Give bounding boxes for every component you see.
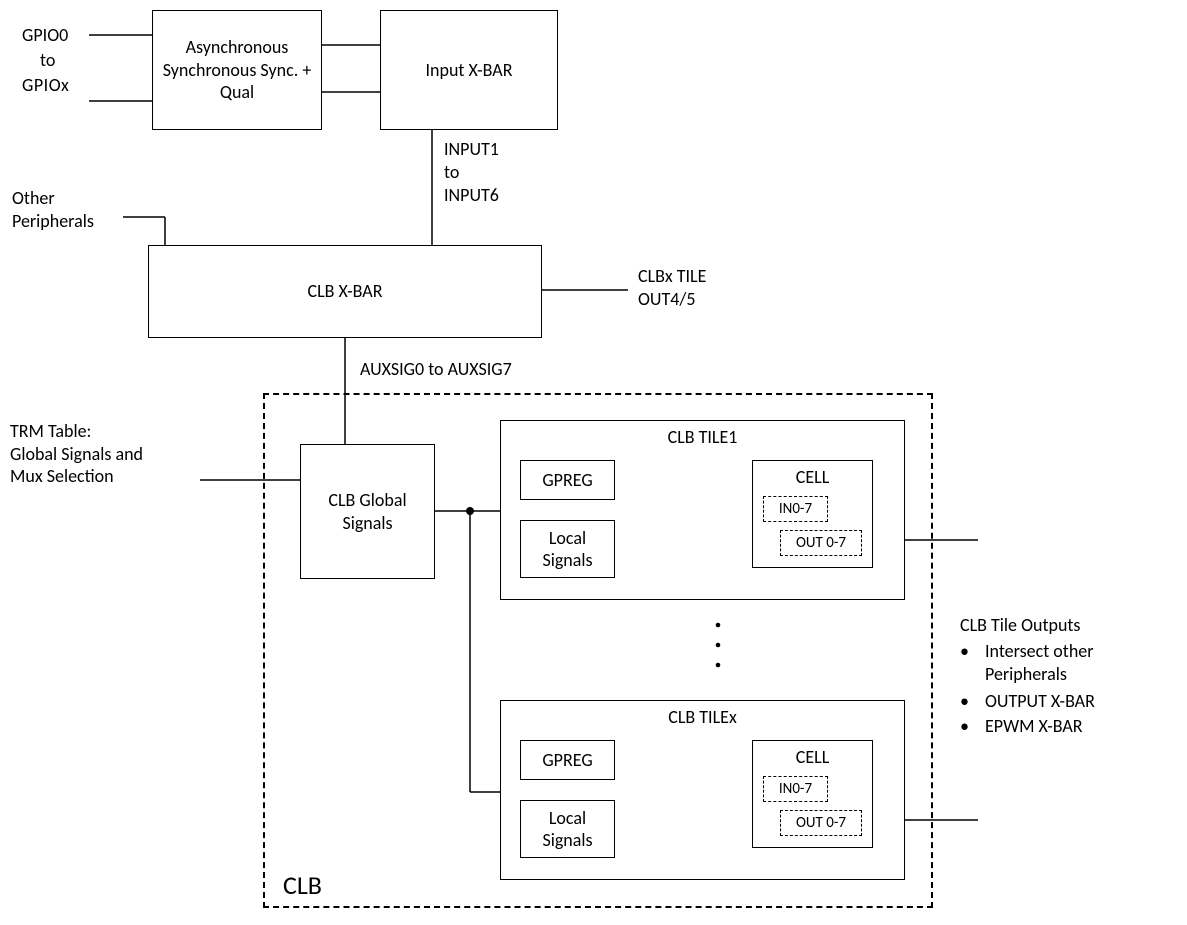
label-trm-table: TRM Table: Global Signals and Mux Select… [10,420,143,488]
tile1-out07-text: OUT 0-7 [796,534,846,552]
tile1-in07-text: IN0-7 [779,500,812,518]
box-input-xbar-text: Input X-BAR [426,59,513,82]
label-other-peripherals: Other Peripherals [12,187,94,232]
label-gpiox: GPIOx [22,74,69,97]
tile1-localsig-text: Local Signals [525,527,610,572]
tilex-title: CLB TILEx [668,706,736,729]
tile1-gpreg-text: GPREG [542,469,592,492]
label-to-1: to [40,49,55,72]
tilex-gpreg-text: GPREG [542,749,592,772]
tilex-cell-text: CELL [796,746,830,769]
box-tile1-gpreg: GPREG [520,460,615,500]
label-input6: INPUT6 [444,184,499,207]
box-input-xbar: Input X-BAR [380,10,558,130]
box-tile1-localsig: Local Signals [520,520,615,578]
box-async-sync: Asynchronous Synchronous Sync. + Qual [152,10,322,130]
clb-title: CLB [283,869,322,901]
tilex-out07-text: OUT 0-7 [796,814,846,832]
box-async-sync-text: Asynchronous Synchronous Sync. + Qual [157,36,317,104]
bullet-3: • [960,715,969,738]
box-clb-xbar: CLB X-BAR [148,245,542,338]
label-gpio0: GPIO0 [22,24,68,47]
tilex-out07: OUT 0-7 [780,810,862,836]
label-to-2: to [444,161,459,184]
tilex-in07: IN0-7 [763,776,828,802]
box-tilex-gpreg: GPREG [520,740,615,780]
tile1-out07: OUT 0-7 [780,530,862,556]
label-clbx-tile-out: CLBx TILE OUT4/5 [638,265,706,310]
label-auxsig: AUXSIG0 to AUXSIG7 [360,358,512,381]
box-tilex-localsig: Local Signals [520,800,615,858]
label-out-b3: EPWM X-BAR [985,715,1083,738]
box-clb-xbar-text: CLB X-BAR [308,280,383,303]
tile1-title: CLB TILE1 [668,426,738,449]
tilex-localsig-text: Local Signals [525,807,610,852]
label-out-b1: Intersect other Peripherals [985,640,1094,685]
box-clb-global-text: CLB Global Signals [305,489,430,534]
label-input1: INPUT1 [444,138,499,161]
label-out-b2: OUTPUT X-BAR [985,690,1095,713]
box-clb-global: CLB Global Signals [300,444,435,579]
tile1-in07: IN0-7 [763,496,828,522]
bullet-1: • [960,640,969,663]
label-clb-outputs-title: CLB Tile Outputs [960,614,1080,637]
tile1-cell-text: CELL [796,466,830,489]
bullet-2: • [960,690,969,713]
tilex-in07-text: IN0-7 [779,780,812,798]
